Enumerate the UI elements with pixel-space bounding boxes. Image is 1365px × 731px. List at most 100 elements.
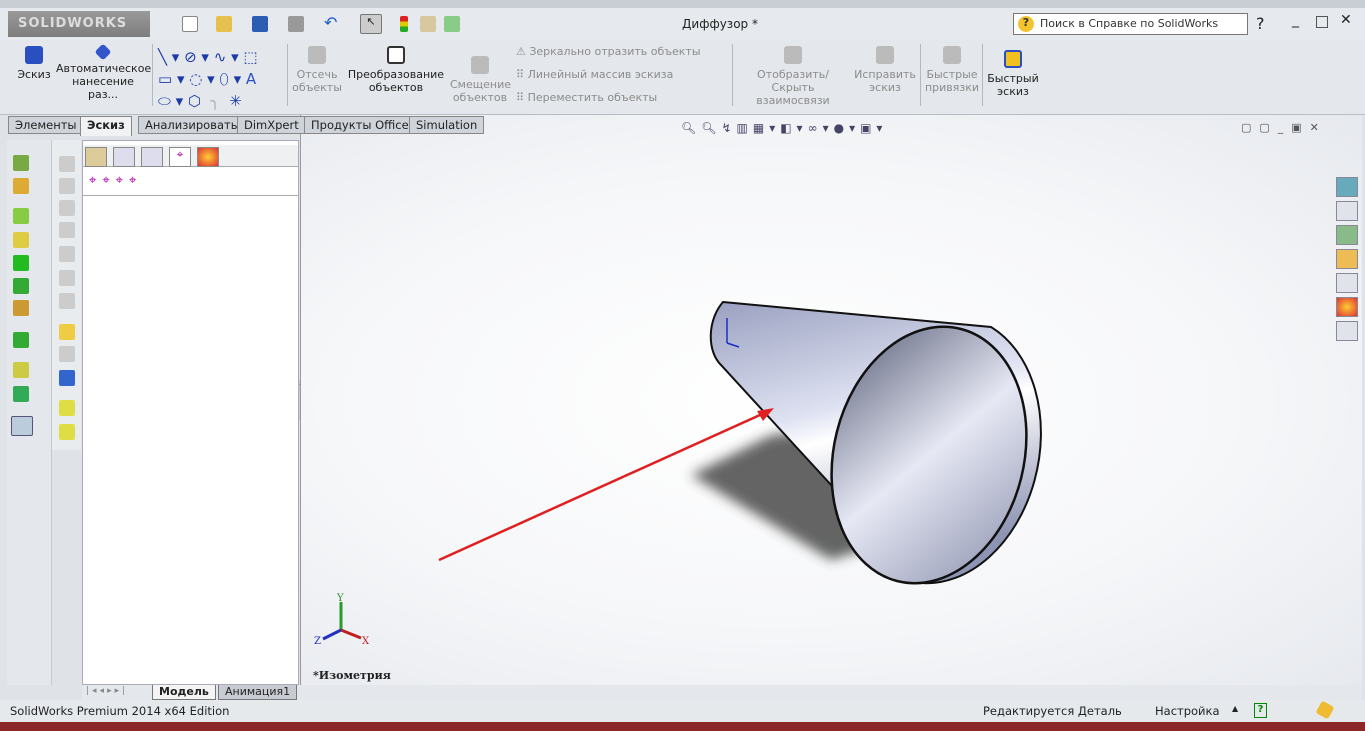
new-file-icon[interactable] [182,16,198,32]
axis-x-label: X [362,636,370,647]
display-manager-tab[interactable] [197,147,219,167]
graphics-area[interactable]: 🔍︎🔍︎↯▥▦▾◧▾∞▾●▾▣▾ ▢▢_▣✕ Y X Z *Изометрия [300,115,1362,687]
sketch-toolbar [52,140,81,450]
tab-sketch[interactable]: Эскиз [80,116,132,136]
repair-sketch-button[interactable]: Исправить эскиз [852,46,918,94]
minimize-button[interactable]: _ [1292,12,1299,28]
edition-label: SolidWorks Premium 2014 x64 Edition [10,704,230,718]
quick-tips-icon[interactable]: ? [1254,703,1267,718]
home-tab[interactable] [1336,201,1358,221]
close-button[interactable]: ✕ [1340,12,1352,28]
face-icon[interactable] [59,222,75,238]
undo-icon[interactable]: ↶ [324,15,340,32]
command-tabs: Элементы Эскиз Анализировать DimXpert Пр… [0,115,490,136]
relations-icon [784,46,802,64]
convert-entities-button[interactable]: Преобразование объектов [346,46,446,94]
face-icon[interactable] [59,293,75,309]
print-icon[interactable] [288,16,304,32]
property-manager-tab[interactable] [113,147,135,167]
extrude-icon[interactable] [13,155,29,171]
options-icon[interactable] [444,16,460,32]
smart-dimension-button[interactable]: Автоматическое нанесение раз... [56,43,151,101]
view-palette-tab[interactable] [1336,273,1358,293]
pattern-icon[interactable] [13,332,29,348]
tab-model[interactable]: Модель [152,685,216,700]
offset-entities-button[interactable]: Смещение объектов [450,56,511,104]
dimxpert-tab[interactable]: ⌖ [169,147,191,167]
feature-tree-tab[interactable] [85,147,107,167]
face-icon[interactable] [59,156,75,172]
rebuild-icon[interactable] [400,16,408,32]
rebuild-tag-icon[interactable] [1315,700,1335,720]
face-icon[interactable] [59,200,75,216]
tab-simulation[interactable]: Simulation [409,116,485,134]
linear-pattern-button[interactable]: ⠿ Линейный массив эскиза [516,68,673,81]
block-icon[interactable] [59,424,75,440]
axis-x-line [340,628,362,640]
window-title: Диффузор * [682,17,758,31]
configuration-manager-tab[interactable] [141,147,163,167]
window-top-strip [0,0,1365,8]
tab-evaluate[interactable]: Анализировать [138,116,245,134]
axis-z-label: Z [314,636,321,647]
tab-features[interactable]: Элементы [8,116,84,134]
search-placeholder: Поиск в Справке по SolidWorks [1040,17,1219,30]
convert-icon [387,46,405,64]
file-explorer-tab[interactable] [1336,249,1358,269]
help-menu-icon[interactable]: ? [1256,14,1265,33]
fillet-icon[interactable] [13,208,29,224]
trim-entities-button[interactable]: Отсечь объекты [292,46,342,94]
dimxpert-tools[interactable]: ⌖⌖⌖⌖ [89,173,142,188]
os-taskbar [0,722,1365,731]
tab-scroll-arrows[interactable]: |◂◂▸▸| [86,686,128,696]
curves-icon[interactable] [13,386,29,402]
face-icon[interactable] [59,246,75,262]
help-search-input[interactable]: ? Поиск в Справке по SolidWorks [1013,13,1248,35]
revolve-icon[interactable] [13,178,29,194]
face-icon[interactable] [59,270,75,286]
units-dropdown-icon[interactable]: ▲ [1232,704,1238,713]
rib-icon[interactable] [13,300,29,316]
repair-icon [876,46,894,64]
task-pane-tabs [1334,175,1360,345]
sweep-icon[interactable] [13,232,29,248]
reference-geometry-icon[interactable] [13,362,29,378]
help-icon: ? [1018,16,1034,32]
view-orientation-label: *Изометрия [313,669,391,682]
maximize-button[interactable] [1316,16,1328,28]
face-icon[interactable] [59,178,75,194]
block-icon[interactable] [59,400,75,416]
custom-properties-tab[interactable] [1336,321,1358,341]
sketch-button[interactable]: Эскиз [14,46,54,81]
solidworks-resources-tab[interactable] [1336,177,1358,197]
shell-icon[interactable] [13,278,29,294]
rapid-sketch-button[interactable]: Быстрый эскиз [986,50,1040,98]
solidworks-logo[interactable]: SOLIDWORKS [8,11,150,37]
save-icon[interactable] [252,16,268,32]
command-manager: Эскиз Автоматическое нанесение раз... ╲ … [0,40,1365,115]
repair-icon[interactable] [59,346,75,362]
mirror-entities-button[interactable]: ⚠ Зеркально отразить объекты [516,45,701,58]
custom-units-menu[interactable]: Настройка [1155,704,1220,718]
quick-snaps-button[interactable]: Быстрые привязки [924,46,980,94]
snaps-icon [943,46,961,64]
tab-animation[interactable]: Анимация1 [218,685,298,700]
display-relations-button[interactable]: Отобразить/Скрыть взаимосвязи [738,46,848,107]
instant3d-icon[interactable] [11,416,33,436]
move-entities-button[interactable]: ⠿ Переместить объекты [516,91,657,104]
design-library-tab[interactable] [1336,225,1358,245]
sketch-entity-tools[interactable]: ╲ ▾ ⊘ ▾ ∿ ▾ ⬚ ▭ ▾ ◌ ▾ ⬯ ▾ A ⬭ ▾ ⬡ ╮ ✳ [158,46,258,112]
loft-icon[interactable] [13,255,29,271]
rapid-sketch-icon [1004,50,1022,68]
tab-dimxpert[interactable]: DimXpert [237,116,306,134]
model-view: Y X Z [314,300,1042,647]
sketch-icon [25,46,43,64]
open-file-icon[interactable] [216,16,232,32]
select-cursor-icon[interactable]: ↖ [360,14,382,34]
relations-icon[interactable] [59,370,75,386]
file-properties-icon[interactable] [420,16,436,32]
sketch-edit-icon[interactable] [59,324,75,340]
appearances-tab[interactable] [1336,297,1358,317]
features-toolbar [7,140,52,685]
tab-office-products[interactable]: Продукты Office [304,116,416,134]
